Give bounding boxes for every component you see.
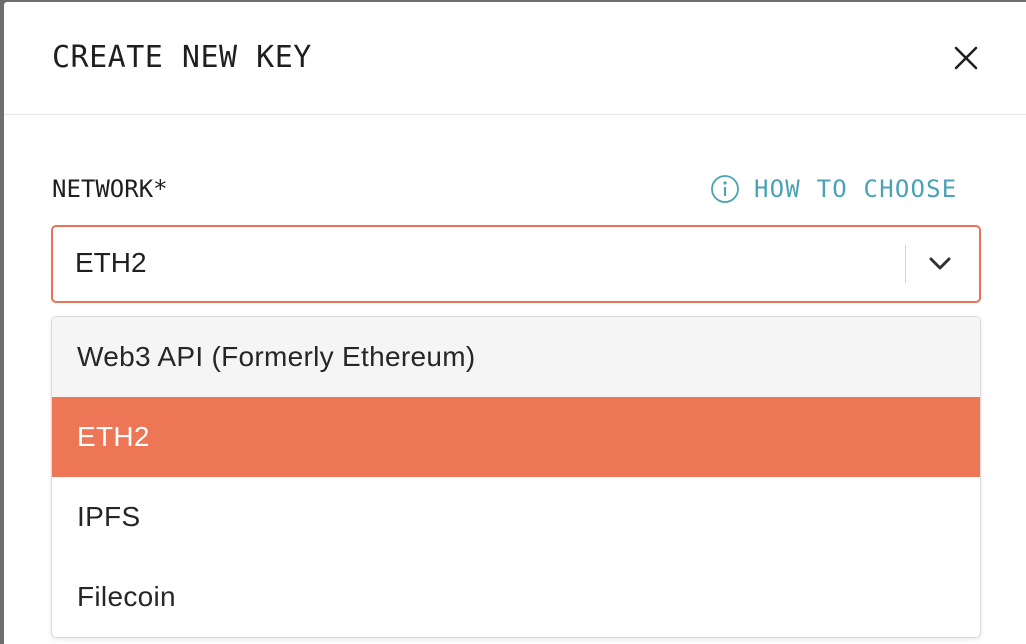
dropdown-option-eth2[interactable]: ETH2 bbox=[52, 397, 980, 477]
how-to-choose-label: HOW TO CHOOSE bbox=[754, 175, 958, 203]
modal-title: CREATE NEW KEY bbox=[52, 40, 312, 75]
dropdown-option-web3[interactable]: Web3 API (Formerly Ethereum) bbox=[52, 317, 980, 397]
create-key-modal: CREATE NEW KEY NETWORK* HOW TO CHOOSE ET… bbox=[4, 2, 1026, 644]
network-select[interactable]: ETH2 bbox=[51, 225, 981, 303]
dropdown-option-filecoin[interactable]: Filecoin bbox=[52, 557, 980, 637]
network-dropdown-menu: Web3 API (Formerly Ethereum) ETH2 IPFS F… bbox=[51, 316, 981, 638]
close-button[interactable] bbox=[946, 38, 986, 78]
option-label: Filecoin bbox=[77, 581, 176, 612]
close-icon bbox=[954, 46, 978, 70]
network-select-value: ETH2 bbox=[75, 247, 147, 278]
network-label: NETWORK* bbox=[52, 175, 168, 203]
chevron-down-icon[interactable] bbox=[923, 249, 957, 279]
info-icon bbox=[711, 175, 739, 203]
option-label: Web3 API (Formerly Ethereum) bbox=[77, 341, 476, 372]
option-label: IPFS bbox=[77, 501, 141, 532]
option-label: ETH2 bbox=[77, 421, 150, 452]
dropdown-option-ipfs[interactable]: IPFS bbox=[52, 477, 980, 557]
how-to-choose-link[interactable]: HOW TO CHOOSE bbox=[710, 172, 957, 206]
select-separator bbox=[905, 245, 906, 283]
modal-header: CREATE NEW KEY bbox=[4, 2, 1026, 115]
